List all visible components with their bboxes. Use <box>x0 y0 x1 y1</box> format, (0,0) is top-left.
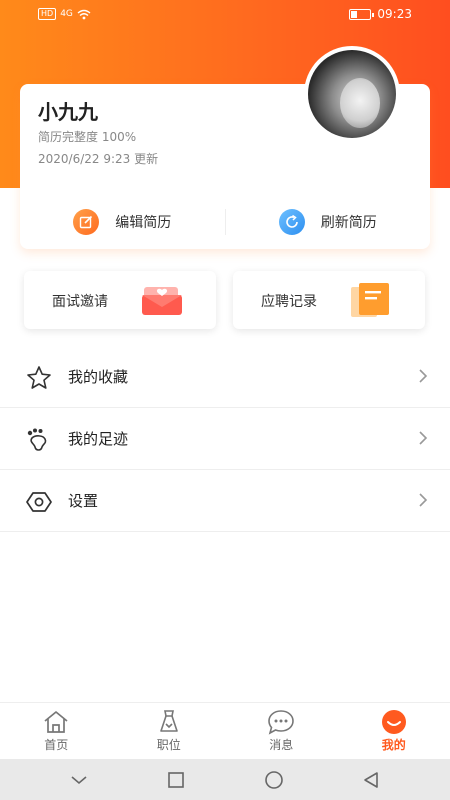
edit-resume-button[interactable]: 编辑简历 <box>20 209 225 235</box>
resume-update-time: 2020/6/22 9:23 更新 <box>38 152 159 166</box>
avatar-image <box>308 50 396 138</box>
status-bar: HD 4G 09:23 <box>0 0 450 30</box>
favorites-label: 我的收藏 <box>68 368 129 386</box>
nav-home-label: 首页 <box>44 738 69 752</box>
interview-invitations-label: 面试邀请 <box>52 294 108 310</box>
profile-actions: 编辑简历 刷新简历 <box>20 204 430 240</box>
settings-label: 设置 <box>68 492 99 510</box>
chevron-right-icon <box>419 431 428 445</box>
chevron-right-icon <box>419 493 428 507</box>
application-records-card[interactable]: 应聘记录 <box>233 271 425 329</box>
home-icon <box>42 709 70 735</box>
back-button[interactable] <box>357 766 385 794</box>
message-icon <box>267 709 295 735</box>
nav-mine-label: 我的 <box>381 738 406 752</box>
interview-invitations-card[interactable]: 面试邀请 <box>24 271 216 329</box>
nav-home[interactable]: 首页 <box>0 703 113 759</box>
footprint-icon <box>27 428 47 451</box>
user-name: 小九九 <box>38 100 98 124</box>
menu-item-footprints[interactable]: 我的足迹 <box>0 408 450 470</box>
avatar[interactable] <box>304 46 400 142</box>
settings-icon <box>26 492 52 512</box>
square-icon <box>168 771 185 788</box>
wifi-icon <box>77 9 91 19</box>
circle-icon <box>264 770 283 789</box>
resume-completeness: 简历完整度 100% <box>38 130 137 144</box>
menu-item-settings[interactable]: 设置 <box>0 470 450 532</box>
hd-indicator: HD <box>38 8 57 20</box>
signal-indicator: 4G <box>60 9 73 19</box>
back-triangle-icon <box>364 771 379 788</box>
application-records-icon <box>351 283 389 317</box>
nav-messages-label: 消息 <box>269 738 294 752</box>
status-right: 09:23 <box>349 7 412 21</box>
nav-mine[interactable]: 我的 <box>338 703 450 759</box>
refresh-icon <box>278 209 305 235</box>
nav-messages[interactable]: 消息 <box>225 703 338 759</box>
nav-jobs[interactable]: 职位 <box>113 703 226 759</box>
system-nav-bar <box>0 759 450 800</box>
home-button[interactable] <box>260 766 288 794</box>
menu-item-favorites[interactable]: 我的收藏 <box>0 346 450 408</box>
battery-icon <box>349 8 375 20</box>
job-icon <box>155 709 183 735</box>
chevron-right-icon <box>419 369 428 383</box>
nav-jobs-label: 职位 <box>156 738 181 752</box>
collapse-button[interactable] <box>65 766 93 794</box>
footprints-label: 我的足迹 <box>68 430 129 448</box>
bottom-nav: 首页 职位 消息 我的 <box>0 702 450 759</box>
edit-icon <box>73 209 100 235</box>
status-left: HD 4G <box>38 8 91 20</box>
chevron-down-icon <box>71 775 87 784</box>
refresh-resume-button[interactable]: 刷新简历 <box>226 209 431 235</box>
refresh-resume-label: 刷新简历 <box>320 215 377 231</box>
star-icon <box>27 366 51 389</box>
application-records-label: 应聘记录 <box>261 294 317 310</box>
edit-resume-label: 编辑简历 <box>115 215 172 231</box>
status-time: 09:23 <box>377 7 412 21</box>
invitation-envelope-icon <box>142 287 182 315</box>
recents-button[interactable] <box>162 766 190 794</box>
mine-icon <box>380 709 408 735</box>
